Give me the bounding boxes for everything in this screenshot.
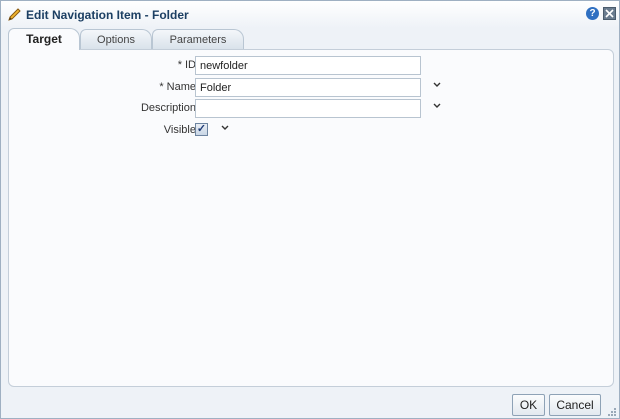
- description-row: Description: [9, 99, 615, 119]
- dialog-titlebar: Edit Navigation Item - Folder ?: [1, 1, 619, 28]
- chevron-down-icon[interactable]: [431, 80, 443, 92]
- tab-bar: Target Options Parameters: [8, 28, 614, 50]
- chevron-down-icon[interactable]: [219, 123, 231, 135]
- id-label: * ID: [178, 59, 196, 71]
- name-label: * Name: [159, 81, 196, 93]
- name-field[interactable]: [195, 78, 421, 97]
- pencil-icon: [7, 7, 22, 22]
- tab-parameters[interactable]: Parameters: [152, 29, 244, 50]
- required-marker: *: [159, 81, 164, 93]
- tab-target[interactable]: Target: [8, 28, 80, 50]
- id-row: * ID: [9, 56, 615, 76]
- name-label-text: Name: [166, 81, 196, 93]
- visible-label: Visible: [163, 124, 196, 136]
- description-label: Description: [140, 102, 196, 114]
- target-panel: *ID *Name Description Visible ✓: [8, 49, 614, 387]
- tab-options[interactable]: Options: [80, 29, 152, 50]
- dialog-title: Edit Navigation Item - Folder: [26, 8, 189, 22]
- resize-grip-icon[interactable]: [605, 405, 617, 417]
- ok-button[interactable]: OK: [512, 394, 545, 416]
- required-marker: *: [177, 59, 182, 71]
- chevron-down-icon[interactable]: [431, 101, 443, 113]
- id-field[interactable]: [195, 56, 421, 75]
- dialog-footer: OK Cancel: [1, 388, 619, 418]
- edit-navigation-item-dialog: Edit Navigation Item - Folder ? Target O…: [0, 0, 620, 419]
- help-icon[interactable]: ?: [586, 7, 599, 20]
- visible-checkbox[interactable]: ✓: [195, 123, 208, 136]
- cancel-button[interactable]: Cancel: [549, 394, 601, 416]
- description-field[interactable]: [195, 99, 421, 118]
- name-row: * Name: [9, 78, 615, 98]
- visible-row: Visible ✓: [9, 121, 615, 141]
- close-icon[interactable]: [603, 7, 616, 20]
